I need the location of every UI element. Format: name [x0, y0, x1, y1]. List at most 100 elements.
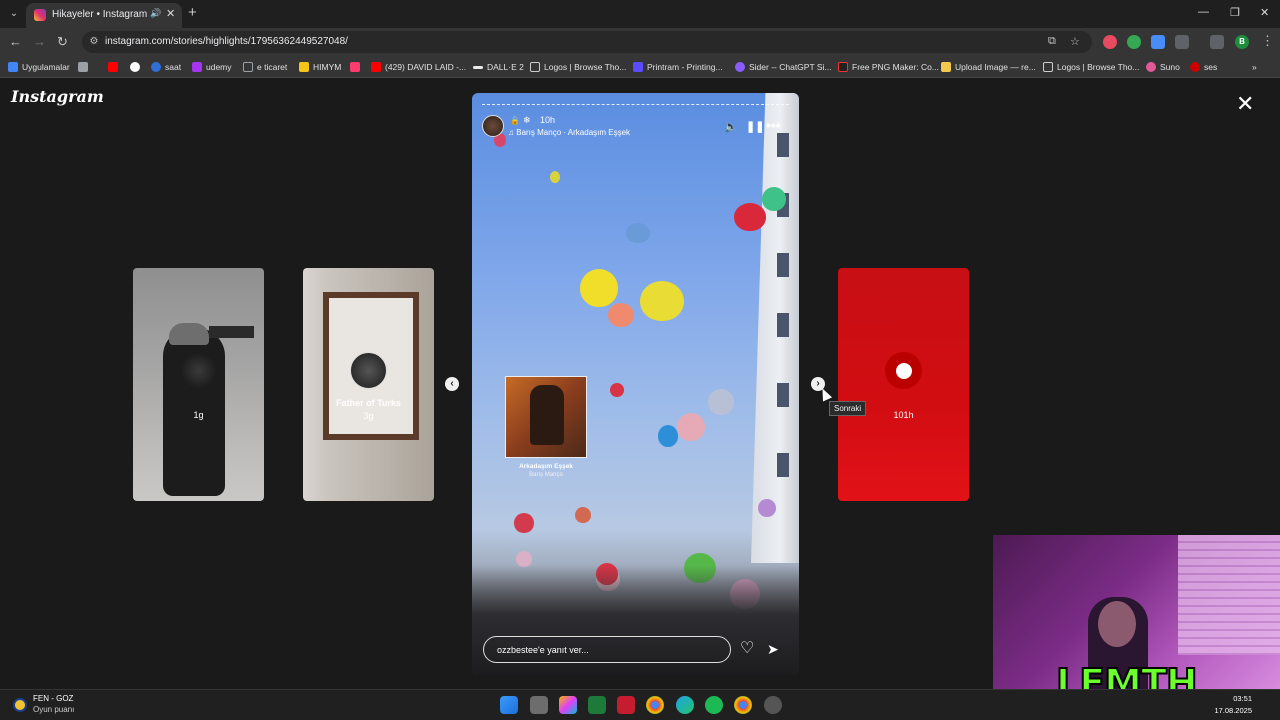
restore-icon[interactable]: ❐: [1230, 6, 1240, 19]
extension-icon[interactable]: [1103, 35, 1117, 49]
send-icon[interactable]: ➤: [767, 641, 779, 657]
previous-story-icon[interactable]: ‹: [445, 377, 459, 391]
ses-icon: [1190, 62, 1200, 72]
more-options-icon[interactable]: •••: [766, 117, 781, 133]
bookmark-david-laid[interactable]: (429) DAVID LAID -...: [371, 60, 466, 74]
edge-icon[interactable]: [676, 696, 694, 714]
youtube-icon: [108, 62, 118, 72]
story-progress-bar: [482, 104, 789, 106]
story-preview-card[interactable]: Father of Turks 3g: [303, 268, 434, 501]
story-music-label[interactable]: ♫ Barış Manço · Arkadaşım Eşşek: [508, 128, 630, 137]
bookmark-eticaret[interactable]: e ticaret: [243, 60, 287, 74]
shield-extension-icon[interactable]: [1127, 35, 1141, 49]
bookmark-sider[interactable]: Sider -- ChatGPT Si...: [735, 60, 832, 74]
app-icon[interactable]: [617, 696, 635, 714]
lock-icon: 🔒: [510, 116, 520, 125]
bookmark-logos-2[interactable]: Logos | Browse Tho...: [1043, 60, 1139, 74]
url-text[interactable]: instagram.com/stories/highlights/1795636…: [105, 36, 348, 47]
task-view-icon[interactable]: [530, 696, 548, 714]
start-menu-icon[interactable]: [500, 696, 518, 714]
bookmark-label: e ticaret: [257, 62, 288, 72]
dalle-icon: [473, 65, 483, 69]
bookmark-saat[interactable]: saat: [151, 60, 181, 74]
more-bookmarks-icon[interactable]: »: [1252, 60, 1257, 74]
taskbar-date[interactable]: 17.08.2025: [1208, 706, 1252, 715]
back-icon[interactable]: ←: [9, 34, 22, 50]
building: [751, 93, 799, 563]
bookmark-apps[interactable]: Uygulamalar: [8, 60, 70, 74]
highlight-avatar: [350, 352, 387, 389]
minimize-icon[interactable]: —: [1198, 6, 1209, 18]
bookmark-music-app[interactable]: [350, 60, 360, 74]
folder-icon: [243, 62, 253, 72]
reload-icon[interactable]: ↻: [57, 34, 68, 50]
bookmark-himym[interactable]: HIMYM: [299, 60, 341, 74]
like-heart-icon[interactable]: ♡: [740, 641, 754, 657]
address-bar[interactable]: ⚙ instagram.com/stories/highlights/17956…: [82, 31, 1092, 53]
widget-subtitle[interactable]: Oyun puanı: [33, 705, 74, 714]
streamer-head: [1098, 601, 1136, 647]
png-maker-icon: [838, 62, 848, 72]
speaker-icon[interactable]: 🔊: [150, 8, 161, 19]
balloon: [575, 507, 591, 523]
tab-title: Hikayeler • Instagram: [52, 9, 148, 20]
album-cover-figure: [530, 385, 564, 445]
widget-title[interactable]: FEN - GOZ: [33, 694, 73, 703]
close-stories-icon[interactable]: ✕: [1236, 93, 1254, 115]
grid-icon: [78, 62, 88, 72]
taskbar-time[interactable]: 03:51: [1210, 694, 1252, 703]
story-user-avatar[interactable]: [482, 115, 504, 137]
bookmark-printram[interactable]: Printram - Printing...: [633, 60, 723, 74]
story-preview-card[interactable]: 101h: [838, 268, 969, 501]
sports-widget-icon[interactable]: [13, 698, 27, 712]
spotify-icon: [895, 362, 912, 379]
menu-kebab-icon[interactable]: ⋮: [1261, 33, 1274, 49]
music-text: Barış Manço · Arkadaşım Eşşek: [516, 128, 631, 137]
bookmark-udemy[interactable]: udemy: [192, 60, 232, 74]
translate-extension-icon[interactable]: [1151, 35, 1165, 49]
bookmark-upload-image[interactable]: Upload Image — re...: [941, 60, 1036, 74]
bookmark-star-icon[interactable]: ☆: [1070, 35, 1080, 48]
extensions-puzzle-icon[interactable]: [1175, 35, 1189, 49]
music-app-icon: [350, 62, 360, 72]
pause-icon[interactable]: ❚❚: [746, 120, 764, 133]
story-preview-card[interactable]: 1g: [133, 268, 264, 501]
balloon: [610, 383, 624, 397]
profile-avatar[interactable]: B: [1235, 35, 1249, 49]
close-window-icon[interactable]: ✕: [1260, 6, 1269, 19]
media-controls-icon[interactable]: [1210, 35, 1224, 49]
bookmark-label: saat: [165, 62, 182, 72]
bookmark-ses[interactable]: ses: [1190, 60, 1217, 74]
instagram-logo[interactable]: Instagram: [11, 87, 104, 106]
forward-icon[interactable]: →: [33, 34, 46, 50]
bookmarks-bar: Uygulamalar saat udemy e ticaret HIMYM (…: [0, 56, 1280, 78]
spotify-icon[interactable]: [705, 696, 723, 714]
mouse-cursor-icon: [817, 386, 833, 402]
bookmark-label: DALL·E 2: [487, 62, 524, 72]
bookmark-grid[interactable]: [78, 60, 88, 74]
tab-instagram[interactable]: Hikayeler • Instagram 🔊 ✕: [26, 3, 182, 28]
mute-icon[interactable]: 🔈: [724, 120, 738, 133]
settings-gear-icon[interactable]: [764, 696, 782, 714]
copilot-icon[interactable]: [559, 696, 577, 714]
reply-input[interactable]: ozzbestee'e yanıt ver...: [483, 636, 731, 663]
instagram-favicon-icon: [34, 9, 46, 21]
bookmark-google[interactable]: [130, 60, 140, 74]
album-sticker[interactable]: [505, 376, 587, 458]
close-tab-icon[interactable]: ✕: [166, 7, 175, 20]
bookmark-suno[interactable]: Suno: [1146, 60, 1180, 74]
bookmark-dalle[interactable]: DALL·E 2: [473, 60, 524, 74]
site-info-icon[interactable]: ⚙: [88, 36, 100, 48]
tab-search-chevron-icon[interactable]: ⌄: [6, 6, 22, 22]
chrome-icon[interactable]: [646, 696, 664, 714]
bookmark-free-png[interactable]: Free PNG Maker: Co...: [838, 60, 939, 74]
bookmark-logos-1[interactable]: Logos | Browse Tho...: [530, 60, 626, 74]
new-tab-icon[interactable]: +: [188, 5, 197, 21]
windows-taskbar: FEN - GOZ Oyun puanı 03:51 17.08.2025: [0, 689, 1280, 720]
chrome-profile-icon[interactable]: [734, 696, 752, 714]
active-story[interactable]: 🔒 ❄ 10h ♫ Barış Manço · Arkadaşım Eşşek …: [472, 93, 799, 675]
app-icon[interactable]: [588, 696, 606, 714]
bookmark-youtube[interactable]: [108, 60, 118, 74]
apps-grid-icon: [8, 62, 18, 72]
install-app-icon[interactable]: ⧉: [1048, 35, 1056, 48]
